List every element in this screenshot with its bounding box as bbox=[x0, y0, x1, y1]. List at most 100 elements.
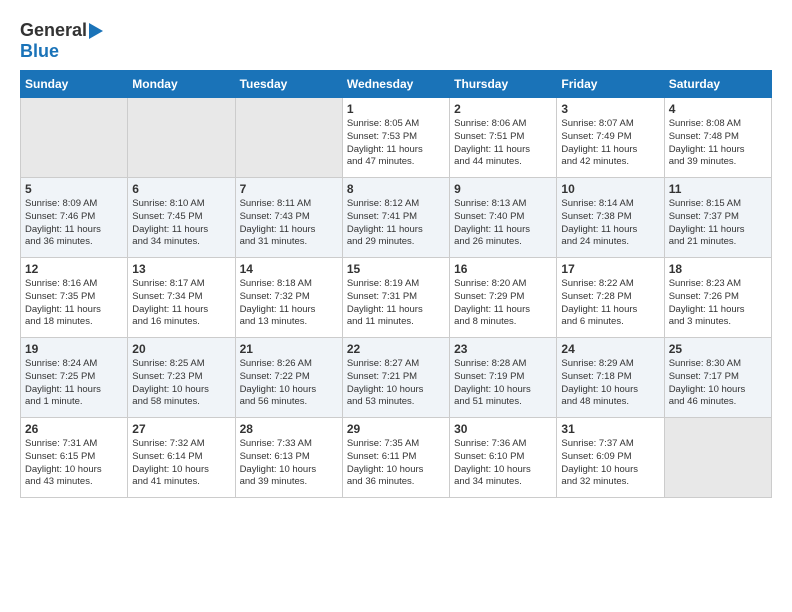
day-info: Sunrise: 8:11 AM Sunset: 7:43 PM Dayligh… bbox=[240, 198, 338, 249]
day-info: Sunrise: 8:28 AM Sunset: 7:19 PM Dayligh… bbox=[454, 358, 552, 409]
day-number: 29 bbox=[347, 422, 445, 436]
calendar-cell: 24 Sunrise: 8:29 AM Sunset: 7:18 PM Dayli… bbox=[557, 338, 664, 418]
day-number: 14 bbox=[240, 262, 338, 276]
day-number: 19 bbox=[25, 342, 123, 356]
day-info: Sunrise: 8:09 AM Sunset: 7:46 PM Dayligh… bbox=[25, 198, 123, 249]
day-info: Sunrise: 8:26 AM Sunset: 7:22 PM Dayligh… bbox=[240, 358, 338, 409]
day-info: Sunrise: 8:07 AM Sunset: 7:49 PM Dayligh… bbox=[561, 118, 659, 169]
day-info: Sunrise: 8:20 AM Sunset: 7:29 PM Dayligh… bbox=[454, 278, 552, 329]
calendar-cell: 8 Sunrise: 8:12 AM Sunset: 7:41 PM Daylig… bbox=[342, 178, 449, 258]
calendar-cell: 26Sunrise: 7:31 AM Sunset: 6:15 PM Dayli… bbox=[21, 418, 128, 498]
day-number: 23 bbox=[454, 342, 552, 356]
calendar-cell: 2 Sunrise: 8:06 AM Sunset: 7:51 PM Daylig… bbox=[450, 98, 557, 178]
day-info: Sunrise: 8:10 AM Sunset: 7:45 PM Dayligh… bbox=[132, 198, 230, 249]
day-number: 22 bbox=[347, 342, 445, 356]
calendar-cell: 25 Sunrise: 8:30 AM Sunset: 7:17 PM Dayli… bbox=[664, 338, 771, 418]
day-number: 28 bbox=[240, 422, 338, 436]
day-number: 3 bbox=[561, 102, 659, 116]
calendar-cell: 31Sunrise: 7:37 AM Sunset: 6:09 PM Dayli… bbox=[557, 418, 664, 498]
day-number: 10 bbox=[561, 182, 659, 196]
calendar-cell: 30 Sunrise: 7:36 AM Sunset: 6:10 PM Dayli… bbox=[450, 418, 557, 498]
calendar-cell: 29 Sunrise: 7:35 AM Sunset: 6:11 PM Dayli… bbox=[342, 418, 449, 498]
day-number: 4 bbox=[669, 102, 767, 116]
day-number: 11 bbox=[669, 182, 767, 196]
day-number: 31 bbox=[561, 422, 659, 436]
day-info: Sunrise: 8:17 AM Sunset: 7:34 PM Dayligh… bbox=[132, 278, 230, 329]
dow-header-saturday: Saturday bbox=[664, 71, 771, 98]
calendar-cell: 13 Sunrise: 8:17 AM Sunset: 7:34 PM Dayli… bbox=[128, 258, 235, 338]
day-info: Sunrise: 8:12 AM Sunset: 7:41 PM Dayligh… bbox=[347, 198, 445, 249]
day-number: 2 bbox=[454, 102, 552, 116]
day-number: 17 bbox=[561, 262, 659, 276]
day-info: Sunrise: 8:23 AM Sunset: 7:26 PM Dayligh… bbox=[669, 278, 767, 329]
calendar-cell: 14 Sunrise: 8:18 AM Sunset: 7:32 PM Dayli… bbox=[235, 258, 342, 338]
day-info: Sunrise: 8:14 AM Sunset: 7:38 PM Dayligh… bbox=[561, 198, 659, 249]
calendar-cell: 15 Sunrise: 8:19 AM Sunset: 7:31 PM Dayli… bbox=[342, 258, 449, 338]
calendar-cell: 11 Sunrise: 8:15 AM Sunset: 7:37 PM Dayli… bbox=[664, 178, 771, 258]
dow-header-tuesday: Tuesday bbox=[235, 71, 342, 98]
day-info: Sunrise: 8:19 AM Sunset: 7:31 PM Dayligh… bbox=[347, 278, 445, 329]
calendar-cell: 16 Sunrise: 8:20 AM Sunset: 7:29 PM Dayli… bbox=[450, 258, 557, 338]
calendar-cell: 6 Sunrise: 8:10 AM Sunset: 7:45 PM Daylig… bbox=[128, 178, 235, 258]
calendar-cell: 20 Sunrise: 8:25 AM Sunset: 7:23 PM Dayli… bbox=[128, 338, 235, 418]
calendar-cell bbox=[664, 418, 771, 498]
day-number: 27 bbox=[132, 422, 230, 436]
calendar-cell: 19 Sunrise: 8:24 AM Sunset: 7:25 PM Dayli… bbox=[21, 338, 128, 418]
dow-header-monday: Monday bbox=[128, 71, 235, 98]
day-number: 9 bbox=[454, 182, 552, 196]
day-number: 7 bbox=[240, 182, 338, 196]
day-info: Sunrise: 7:35 AM Sunset: 6:11 PM Dayligh… bbox=[347, 438, 445, 489]
calendar-cell: 9Sunrise: 8:13 AM Sunset: 7:40 PM Daylig… bbox=[450, 178, 557, 258]
day-number: 18 bbox=[669, 262, 767, 276]
calendar-cell: 21 Sunrise: 8:26 AM Sunset: 7:22 PM Dayli… bbox=[235, 338, 342, 418]
day-number: 8 bbox=[347, 182, 445, 196]
day-info: Sunrise: 7:32 AM Sunset: 6:14 PM Dayligh… bbox=[132, 438, 230, 489]
calendar-cell: 28 Sunrise: 7:33 AM Sunset: 6:13 PM Dayli… bbox=[235, 418, 342, 498]
logo: General Blue bbox=[20, 20, 103, 62]
calendar-cell: 17 Sunrise: 8:22 AM Sunset: 7:28 PM Dayli… bbox=[557, 258, 664, 338]
day-number: 30 bbox=[454, 422, 552, 436]
day-info: Sunrise: 7:36 AM Sunset: 6:10 PM Dayligh… bbox=[454, 438, 552, 489]
dow-header-wednesday: Wednesday bbox=[342, 71, 449, 98]
day-info: Sunrise: 8:27 AM Sunset: 7:21 PM Dayligh… bbox=[347, 358, 445, 409]
calendar-cell: 22 Sunrise: 8:27 AM Sunset: 7:21 PM Dayli… bbox=[342, 338, 449, 418]
day-info: Sunrise: 8:18 AM Sunset: 7:32 PM Dayligh… bbox=[240, 278, 338, 329]
calendar-cell: 7 Sunrise: 8:11 AM Sunset: 7:43 PM Daylig… bbox=[235, 178, 342, 258]
logo-blue: Blue bbox=[20, 41, 59, 61]
day-info: Sunrise: 8:15 AM Sunset: 7:37 PM Dayligh… bbox=[669, 198, 767, 249]
day-number: 25 bbox=[669, 342, 767, 356]
day-info: Sunrise: 8:08 AM Sunset: 7:48 PM Dayligh… bbox=[669, 118, 767, 169]
day-info: Sunrise: 7:33 AM Sunset: 6:13 PM Dayligh… bbox=[240, 438, 338, 489]
day-number: 6 bbox=[132, 182, 230, 196]
calendar-cell: 5Sunrise: 8:09 AM Sunset: 7:46 PM Daylig… bbox=[21, 178, 128, 258]
day-info: Sunrise: 8:16 AM Sunset: 7:35 PM Dayligh… bbox=[25, 278, 123, 329]
calendar-cell bbox=[128, 98, 235, 178]
calendar-cell: 1Sunrise: 8:05 AM Sunset: 7:53 PM Daylig… bbox=[342, 98, 449, 178]
day-info: Sunrise: 8:29 AM Sunset: 7:18 PM Dayligh… bbox=[561, 358, 659, 409]
day-number: 21 bbox=[240, 342, 338, 356]
day-info: Sunrise: 8:06 AM Sunset: 7:51 PM Dayligh… bbox=[454, 118, 552, 169]
calendar-cell: 23 Sunrise: 8:28 AM Sunset: 7:19 PM Dayli… bbox=[450, 338, 557, 418]
dow-header-thursday: Thursday bbox=[450, 71, 557, 98]
day-info: Sunrise: 8:25 AM Sunset: 7:23 PM Dayligh… bbox=[132, 358, 230, 409]
calendar-cell: 4 Sunrise: 8:08 AM Sunset: 7:48 PM Daylig… bbox=[664, 98, 771, 178]
day-info: Sunrise: 8:24 AM Sunset: 7:25 PM Dayligh… bbox=[25, 358, 123, 409]
day-info: Sunrise: 8:05 AM Sunset: 7:53 PM Dayligh… bbox=[347, 118, 445, 169]
day-number: 13 bbox=[132, 262, 230, 276]
day-number: 15 bbox=[347, 262, 445, 276]
day-info: Sunrise: 8:30 AM Sunset: 7:17 PM Dayligh… bbox=[669, 358, 767, 409]
dow-header-sunday: Sunday bbox=[21, 71, 128, 98]
day-info: Sunrise: 8:22 AM Sunset: 7:28 PM Dayligh… bbox=[561, 278, 659, 329]
day-number: 20 bbox=[132, 342, 230, 356]
calendar-cell bbox=[235, 98, 342, 178]
calendar-cell bbox=[21, 98, 128, 178]
day-number: 26 bbox=[25, 422, 123, 436]
calendar-cell: 12 Sunrise: 8:16 AM Sunset: 7:35 PM Dayli… bbox=[21, 258, 128, 338]
day-number: 24 bbox=[561, 342, 659, 356]
day-number: 12 bbox=[25, 262, 123, 276]
dow-header-friday: Friday bbox=[557, 71, 664, 98]
logo-general: General bbox=[20, 20, 87, 41]
day-number: 16 bbox=[454, 262, 552, 276]
calendar-cell: 27 Sunrise: 7:32 AM Sunset: 6:14 PM Dayli… bbox=[128, 418, 235, 498]
calendar-cell: 10 Sunrise: 8:14 AM Sunset: 7:38 PM Dayli… bbox=[557, 178, 664, 258]
